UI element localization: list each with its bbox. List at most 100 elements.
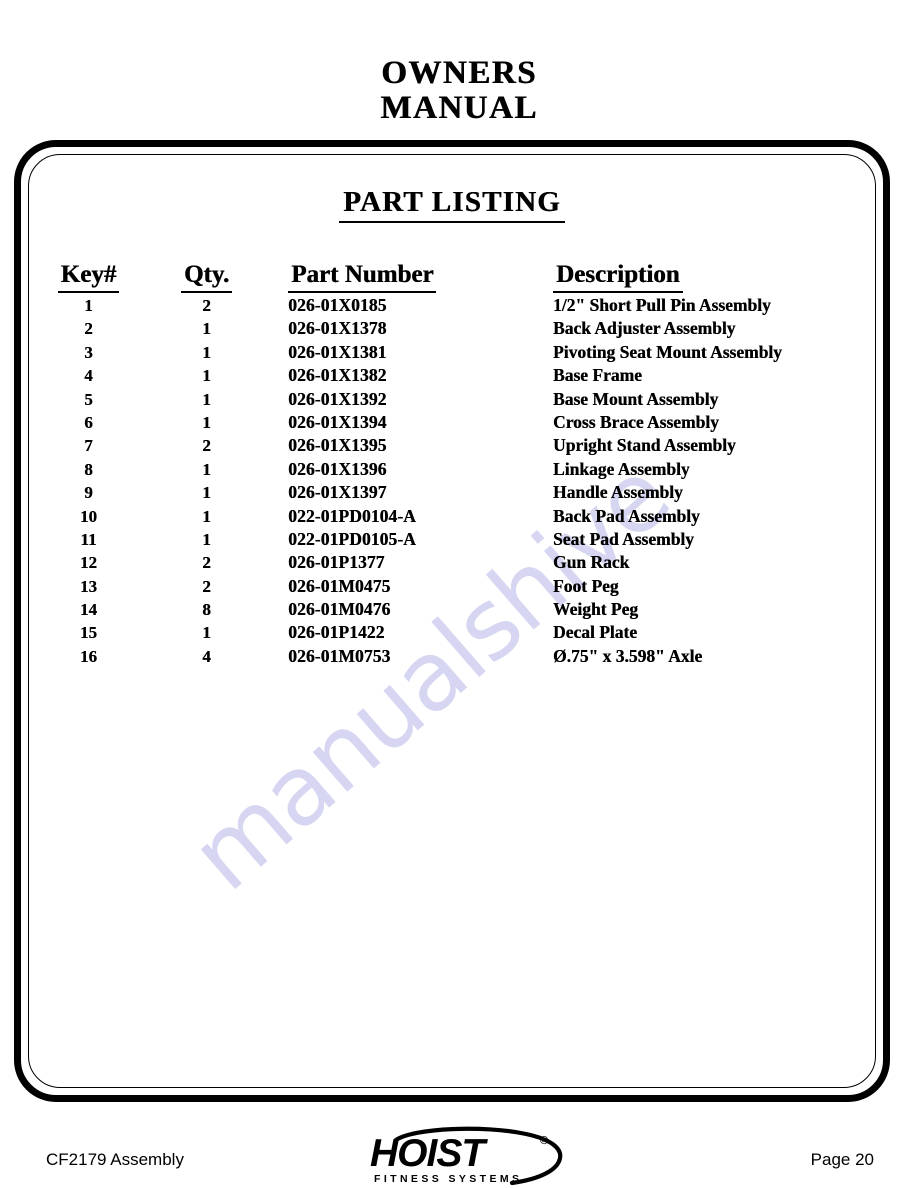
table-row: 3 1 026-01X1381 Pivoting Seat Mount Assembl… bbox=[28, 341, 876, 364]
header-line-owners: OWNERS bbox=[381, 55, 537, 91]
column-header-part-number-label: Part Number bbox=[288, 261, 437, 293]
table-row: 4 1 026-01X1382 Base Frame bbox=[28, 364, 876, 387]
cell-part: 026-01X0185 bbox=[288, 295, 387, 315]
cell-key: 7 bbox=[84, 436, 93, 456]
table-row: 8 1 026-01X1396 Linkage Assembly bbox=[28, 458, 876, 481]
cell-key: 2 bbox=[84, 319, 93, 339]
cell-key: 3 bbox=[84, 342, 93, 362]
cell-part: 026-01X1396 bbox=[288, 458, 387, 479]
table-row: 1 2 026-01X0185 1/2" Short Pull Pin Assembl… bbox=[28, 294, 876, 317]
cell-part: 026-01P1377 bbox=[288, 552, 385, 573]
cell-key: 4 bbox=[84, 366, 93, 386]
column-header-description-label: Description bbox=[552, 261, 683, 293]
cell-part: 026-01M0476 bbox=[288, 599, 391, 620]
table-row: 7 2 026-01X1395 Upright Stand Assembly bbox=[28, 434, 876, 457]
cell-desc: Decal Plate bbox=[552, 622, 638, 643]
cell-desc: Ø.75" x 3.598" Axle bbox=[552, 645, 703, 666]
cell-key: 12 bbox=[79, 553, 97, 573]
cell-qty: 8 bbox=[202, 600, 211, 620]
cell-qty: 1 bbox=[202, 623, 211, 643]
column-header-key: Key# bbox=[28, 261, 149, 294]
cell-desc: Gun Rack bbox=[552, 552, 630, 573]
cell-part: 026-01X1397 bbox=[288, 482, 387, 503]
table-row: 14 8 026-01M0476 Weight Peg bbox=[28, 598, 876, 621]
cell-key: 16 bbox=[79, 646, 97, 666]
cell-part: 026-01X1378 bbox=[288, 318, 387, 339]
cell-qty: 2 bbox=[202, 296, 211, 315]
logo-registered-mark: ® bbox=[540, 1135, 548, 1147]
cell-qty: 1 bbox=[202, 389, 211, 409]
table-row: 2 1 026-01X1378 Back Adjuster Assembly bbox=[28, 317, 876, 340]
column-header-qty: Qty. bbox=[149, 261, 264, 294]
table-row: 5 1 026-01X1392 Base Mount Assembly bbox=[28, 388, 876, 411]
table-row: 12 2 026-01P1377 Gun Rack bbox=[28, 551, 876, 574]
cell-qty: 1 bbox=[202, 529, 211, 549]
cell-desc: Back Adjuster Assembly bbox=[552, 318, 736, 339]
footer-page-number: Page 20 bbox=[810, 1150, 874, 1169]
document-header: OWNERS MANUAL bbox=[0, 56, 918, 126]
table-row: 9 1 026-01X1397 Handle Assembly bbox=[28, 481, 876, 504]
cell-key: 15 bbox=[79, 623, 97, 643]
cell-qty: 1 bbox=[202, 506, 211, 526]
table-row: 6 1 026-01X1394 Cross Brace Assembly bbox=[28, 411, 876, 434]
page-footer: CF2179 Assembly HOIST ® FITNESS SYSTEMS … bbox=[0, 1126, 918, 1188]
table-row: 13 2 026-01M0475 Foot Peg bbox=[28, 575, 876, 598]
cell-desc: Pivoting Seat Mount Assembly bbox=[552, 341, 782, 362]
manual-page: manualshive OWNERS MANUAL PART LISTING K… bbox=[0, 0, 918, 1188]
cell-qty: 1 bbox=[202, 483, 211, 503]
cell-part: 026-01P1422 bbox=[288, 622, 385, 643]
cell-key: 8 bbox=[84, 459, 93, 479]
page-title-text: PART LISTING bbox=[339, 186, 565, 223]
cell-qty: 1 bbox=[202, 459, 211, 479]
column-header-part-number: Part Number bbox=[264, 261, 530, 294]
cell-desc: Weight Peg bbox=[552, 599, 639, 620]
cell-key: 6 bbox=[84, 412, 93, 432]
cell-desc: Linkage Assembly bbox=[552, 458, 690, 479]
cell-key: 5 bbox=[84, 389, 93, 409]
cell-part: 022-01PD0104-A bbox=[288, 505, 416, 526]
cell-key: 10 bbox=[79, 506, 97, 526]
cell-desc: Cross Brace Assembly bbox=[552, 411, 719, 432]
cell-qty: 1 bbox=[202, 319, 211, 339]
cell-desc: 1/2" Short Pull Pin Assembly bbox=[552, 295, 771, 315]
cell-desc: Base Mount Assembly bbox=[552, 388, 719, 409]
table-row: 15 1 026-01P1422 Decal Plate bbox=[28, 621, 876, 644]
cell-part: 026-01X1382 bbox=[288, 365, 387, 386]
column-header-qty-label: Qty. bbox=[180, 261, 233, 293]
cell-qty: 2 bbox=[202, 576, 211, 596]
table-body: 1 2 026-01X0185 1/2" Short Pull Pin Assembl… bbox=[28, 294, 876, 668]
cell-part: 026-01X1381 bbox=[288, 341, 387, 362]
cell-part: 026-01X1395 bbox=[288, 435, 387, 456]
cell-qty: 4 bbox=[202, 646, 211, 666]
cell-desc: Foot Peg bbox=[552, 575, 619, 596]
cell-desc: Base Frame bbox=[552, 365, 642, 386]
cell-key: 14 bbox=[79, 600, 97, 620]
cell-part: 026-01X1392 bbox=[288, 388, 387, 409]
cell-part: 026-01M0475 bbox=[288, 575, 391, 596]
footer-model-label: CF2179 Assembly bbox=[46, 1150, 184, 1169]
page-title: PART LISTING bbox=[28, 186, 876, 223]
logo-tagline: FITNESS SYSTEMS bbox=[374, 1173, 522, 1185]
table-row: 16 4 026-01M0753 Ø.75" x 3.598" Axle bbox=[28, 645, 876, 668]
cell-key: 9 bbox=[84, 483, 93, 503]
cell-part: 026-01X1394 bbox=[288, 411, 387, 432]
table-row: 10 1 022-01PD0104-A Back Pad Assembly bbox=[28, 505, 876, 528]
cell-qty: 2 bbox=[202, 436, 211, 456]
cell-part: 022-01PD0105-A bbox=[288, 528, 416, 549]
column-header-key-label: Key# bbox=[57, 261, 120, 293]
table-row: 11 1 022-01PD0105-A Seat Pad Assembly bbox=[28, 528, 876, 551]
cell-key: 13 bbox=[79, 576, 97, 596]
hoist-logo: HOIST ® FITNESS SYSTEMS bbox=[334, 1126, 584, 1188]
cell-qty: 1 bbox=[202, 412, 211, 432]
part-listing-table: Key# Qty. Part Number Description 1 2 026-… bbox=[28, 250, 876, 668]
cell-qty: 2 bbox=[202, 553, 211, 573]
cell-key: 11 bbox=[80, 529, 97, 549]
cell-desc: Back Pad Assembly bbox=[552, 505, 700, 526]
header-line-manual: MANUAL bbox=[380, 90, 538, 126]
cell-qty: 1 bbox=[202, 342, 211, 362]
cell-desc: Upright Stand Assembly bbox=[552, 435, 736, 456]
cell-qty: 1 bbox=[202, 366, 211, 386]
logo-wordmark: HOIST bbox=[370, 1132, 488, 1175]
cell-desc: Seat Pad Assembly bbox=[552, 528, 694, 549]
page-content: PART LISTING Key# Qty. Part Number Descr… bbox=[28, 154, 876, 1088]
